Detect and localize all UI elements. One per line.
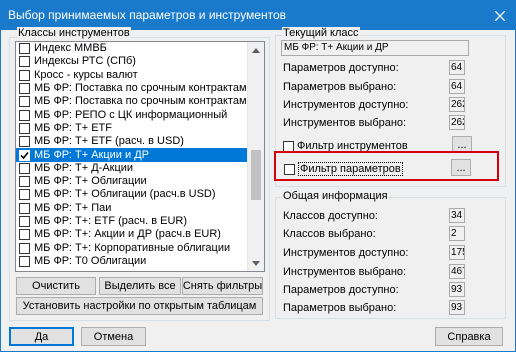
list-item-checkbox[interactable] [19, 56, 30, 68]
list-item[interactable]: МБ ФР: Т+ Д-Акции [16, 162, 248, 175]
cc-params-available-value: 64 [449, 60, 465, 75]
list-item[interactable]: Индекс ММВБ [16, 42, 248, 55]
checkmark-icon[interactable] [19, 149, 30, 161]
clear-button[interactable]: Очистить [16, 277, 96, 295]
list-item[interactable]: МБ ФР: Т+ Облигации (расч.в USD) [16, 188, 248, 201]
gi-instruments-selected-value: 467 [449, 264, 465, 279]
scroll-up-icon[interactable] [248, 42, 264, 58]
scrollbar-thumb[interactable] [251, 150, 261, 200]
list-item-checkbox[interactable] [19, 83, 30, 95]
gi-instruments-available-label: Инструментов доступно: [283, 247, 409, 259]
list-item-label: МБ ФР: Поставка по срочным контрактам (А… [34, 82, 265, 95]
list-item[interactable]: МБ ФР: Т+: Корпоративные облигации [16, 241, 248, 254]
list-item-checkbox[interactable] [19, 136, 30, 148]
list-item[interactable]: Индексы РТС (СПб) [16, 55, 248, 68]
list-item[interactable]: МБ ФР: Т+ ETF (расч. в USD) [16, 135, 248, 148]
cc-params-selected-value: 64 [449, 79, 465, 94]
instrument-class-list[interactable]: Индекс ММВБ Индексы РТС (СПб) Кросс - курс… [15, 41, 265, 272]
cc-instruments-available-label: Инструментов доступно: [283, 99, 409, 111]
current-class-group-label: Текущий класс [282, 27, 360, 39]
list-item[interactable]: МБ ФР: Т+ ETF [16, 122, 248, 135]
list-item[interactable]: МБ ФР: Т+ Паи [16, 202, 248, 215]
list-item-checkbox[interactable] [19, 189, 30, 201]
list-item[interactable]: МБ ФР: Т0 Облигации [16, 255, 248, 268]
list-item-label: МБ ФР: Т+: ETF (расч. в EUR) [34, 215, 188, 227]
list-item-checkbox[interactable] [19, 162, 30, 174]
gi-params-selected-value: 93 [449, 300, 465, 315]
gi-instruments-selected-label: Инструментов выбрано: [283, 266, 407, 278]
list-item[interactable]: МБ ФР: Т+: ETF (расч. в EUR) [16, 215, 248, 228]
gi-classes-available-label: Классов доступно: [283, 210, 378, 222]
list-item-label: Кросс - курсы валют [34, 68, 138, 81]
gi-classes-available-value: 34 [449, 208, 465, 223]
list-item-label: МБ ФР: Т+ Д-Акции [34, 161, 134, 174]
remove-filters-button[interactable]: Снять фильтры [182, 277, 263, 295]
instrument-class-list-items: Индекс ММВБ Индексы РТС (СПб) Кросс - курс… [16, 42, 264, 268]
list-item-label: МБ ФР: Т+ Паи [34, 201, 112, 214]
list-item-checkbox[interactable] [19, 69, 30, 81]
ok-button[interactable]: Да [9, 327, 74, 346]
cc-instruments-selected-value: 262 [449, 115, 465, 130]
list-item-label: МБ ФР: Т+ Облигации [34, 175, 147, 188]
list-item-label: МБ ФР: Поставка по срочным контрактам (О… [34, 95, 264, 108]
window-title: Выбор принимаемых параметров и инструмен… [8, 8, 287, 22]
cancel-button[interactable]: Отмена [81, 327, 146, 346]
scroll-down-icon[interactable] [248, 255, 264, 271]
dialog-window: Выбор принимаемых параметров и инструмен… [0, 0, 516, 352]
list-item-label: МБ ФР: Т+ ETF (расч. в USD) [34, 135, 184, 148]
close-icon[interactable] [485, 1, 515, 30]
gi-params-available-label: Параметров доступно: [283, 284, 399, 296]
list-item-label: МБ ФР: РЕПО с ЦК информационный [34, 108, 228, 121]
list-item-checkbox[interactable] [19, 109, 30, 121]
list-item-checkbox[interactable] [19, 176, 30, 188]
cc-params-selected-label: Параметров выбрано: [283, 81, 397, 93]
gi-classes-selected-label: Классов выбрано: [283, 228, 376, 240]
general-info-group-label: Общая информация [282, 190, 389, 202]
instrument-filter-box[interactable] [283, 140, 294, 152]
list-item-label: МБ ФР: Т+: Акции и ДР (расч.в EUR) [34, 228, 221, 241]
list-item[interactable]: МБ ФР: Т+ Акции и ДР [16, 148, 248, 162]
list-item-checkbox[interactable] [19, 43, 30, 55]
list-item-checkbox[interactable] [19, 216, 30, 227]
list-item-label: МБ ФР: Т+ Акции и ДР [34, 148, 149, 161]
cc-params-available-label: Параметров доступно: [283, 62, 399, 74]
list-item-checkbox[interactable] [19, 96, 30, 108]
list-item[interactable]: МБ ФР: Поставка по срочным контрактам (О… [16, 95, 264, 108]
list-item-label: МБ ФР: Т+ ETF [34, 121, 112, 134]
list-item[interactable]: МБ ФР: Т+: Акции и ДР (расч.в EUR) [16, 228, 248, 241]
list-item[interactable]: МБ ФР: РЕПО с ЦК информационный [16, 108, 248, 121]
highlight-frame [274, 151, 499, 181]
list-item-checkbox[interactable] [19, 229, 30, 241]
gi-params-selected-label: Параметров выбрано: [283, 302, 397, 314]
list-item-label: МБ ФР: Т+ Облигации (расч.в USD) [34, 188, 216, 201]
cc-instruments-selected-label: Инструментов выбрано: [283, 117, 407, 129]
list-item[interactable]: Кросс - курсы валют [16, 69, 248, 82]
title-bar: Выбор принимаемых параметров и инструмен… [1, 1, 515, 30]
list-scrollbar[interactable] [247, 42, 264, 271]
list-item-checkbox[interactable] [19, 202, 30, 214]
list-item-label: Индексы РТС (СПб) [34, 55, 136, 68]
list-item-label: Индекс ММВБ [34, 42, 107, 55]
list-item[interactable]: МБ ФР: Поставка по срочным контрактам (А… [16, 82, 264, 95]
gi-params-available-value: 93 [449, 282, 465, 297]
list-item-checkbox[interactable] [19, 122, 30, 134]
list-item-label: МБ ФР: Т+: Корпоративные облигации [34, 241, 231, 254]
current-class-field: МБ ФР: Т+ Акции и ДР [281, 40, 469, 56]
instruments-group-label: Классы инструментов [17, 27, 131, 39]
list-item-checkbox[interactable] [19, 255, 30, 267]
apply-open-tables-button[interactable]: Установить настройки по открытым таблица… [16, 297, 263, 315]
list-item-label: МБ ФР: Т0 Облигации [34, 254, 147, 267]
list-item[interactable]: МБ ФР: Т+ Облигации [16, 175, 248, 188]
cc-instruments-available-value: 262 [449, 97, 465, 112]
gi-classes-selected-value: 2 [449, 226, 465, 241]
select-all-button[interactable]: Выделить все [99, 277, 181, 295]
help-button[interactable]: Справка [435, 327, 503, 346]
list-item-checkbox[interactable] [19, 242, 30, 254]
gi-instruments-available-value: 17511 [449, 245, 465, 260]
